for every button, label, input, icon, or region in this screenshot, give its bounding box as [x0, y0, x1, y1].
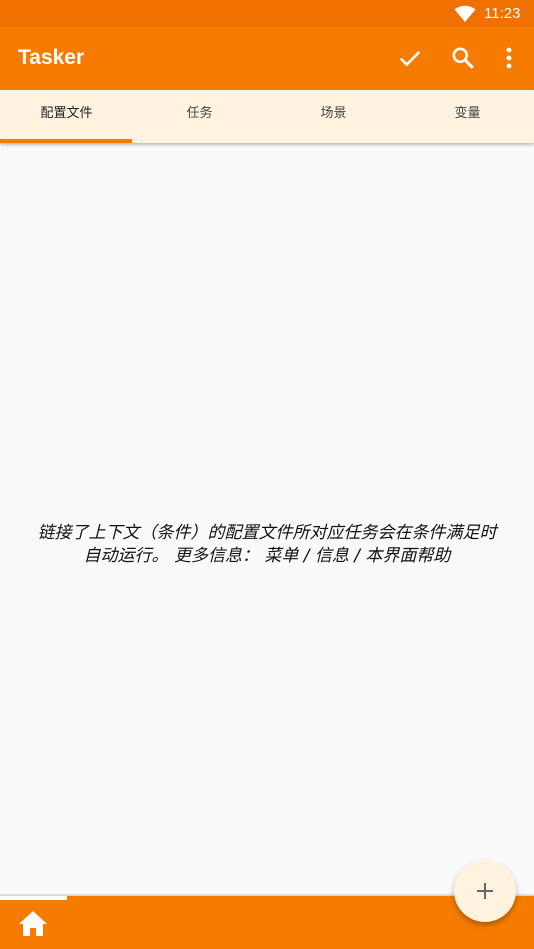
- wifi-icon: [454, 5, 476, 22]
- add-profile-fab[interactable]: [454, 860, 516, 922]
- check-icon[interactable]: [397, 45, 423, 71]
- status-bar: 11:23: [0, 0, 534, 27]
- home-icon[interactable]: [18, 909, 48, 937]
- tab-label: 变量: [454, 106, 481, 121]
- tab-label: 任务: [186, 106, 213, 121]
- tab-tasks[interactable]: 任务: [133, 90, 266, 143]
- app-title: Tasker: [18, 46, 85, 69]
- tab-variables[interactable]: 变量: [401, 90, 534, 143]
- plus-icon: [477, 883, 493, 899]
- app-bar: Tasker: [0, 27, 534, 90]
- tab-profiles[interactable]: 配置文件: [0, 90, 133, 143]
- bottom-tab-indicator: [0, 896, 67, 900]
- tab-label: 配置文件: [40, 106, 93, 121]
- tab-active-indicator: [0, 139, 132, 143]
- empty-message-line2: 自动运行。 更多信息： 菜单 / 信息 / 本界面帮助: [83, 546, 451, 566]
- empty-message-line1: 链接了上下文（条件）的配置文件所对应任务会在条件满足时: [37, 523, 497, 543]
- bottom-bar: [0, 893, 534, 949]
- tab-label: 场景: [320, 106, 347, 121]
- status-time: 11:23: [484, 5, 521, 22]
- search-icon[interactable]: [450, 45, 476, 71]
- more-vert-icon[interactable]: [496, 45, 522, 71]
- empty-state-message: 链接了上下文（条件）的配置文件所对应任务会在条件满足时 自动运行。 更多信息： …: [0, 522, 534, 568]
- tab-scenes[interactable]: 场景: [267, 90, 400, 143]
- tab-bar: 配置文件 任务 场景 变量: [0, 90, 534, 143]
